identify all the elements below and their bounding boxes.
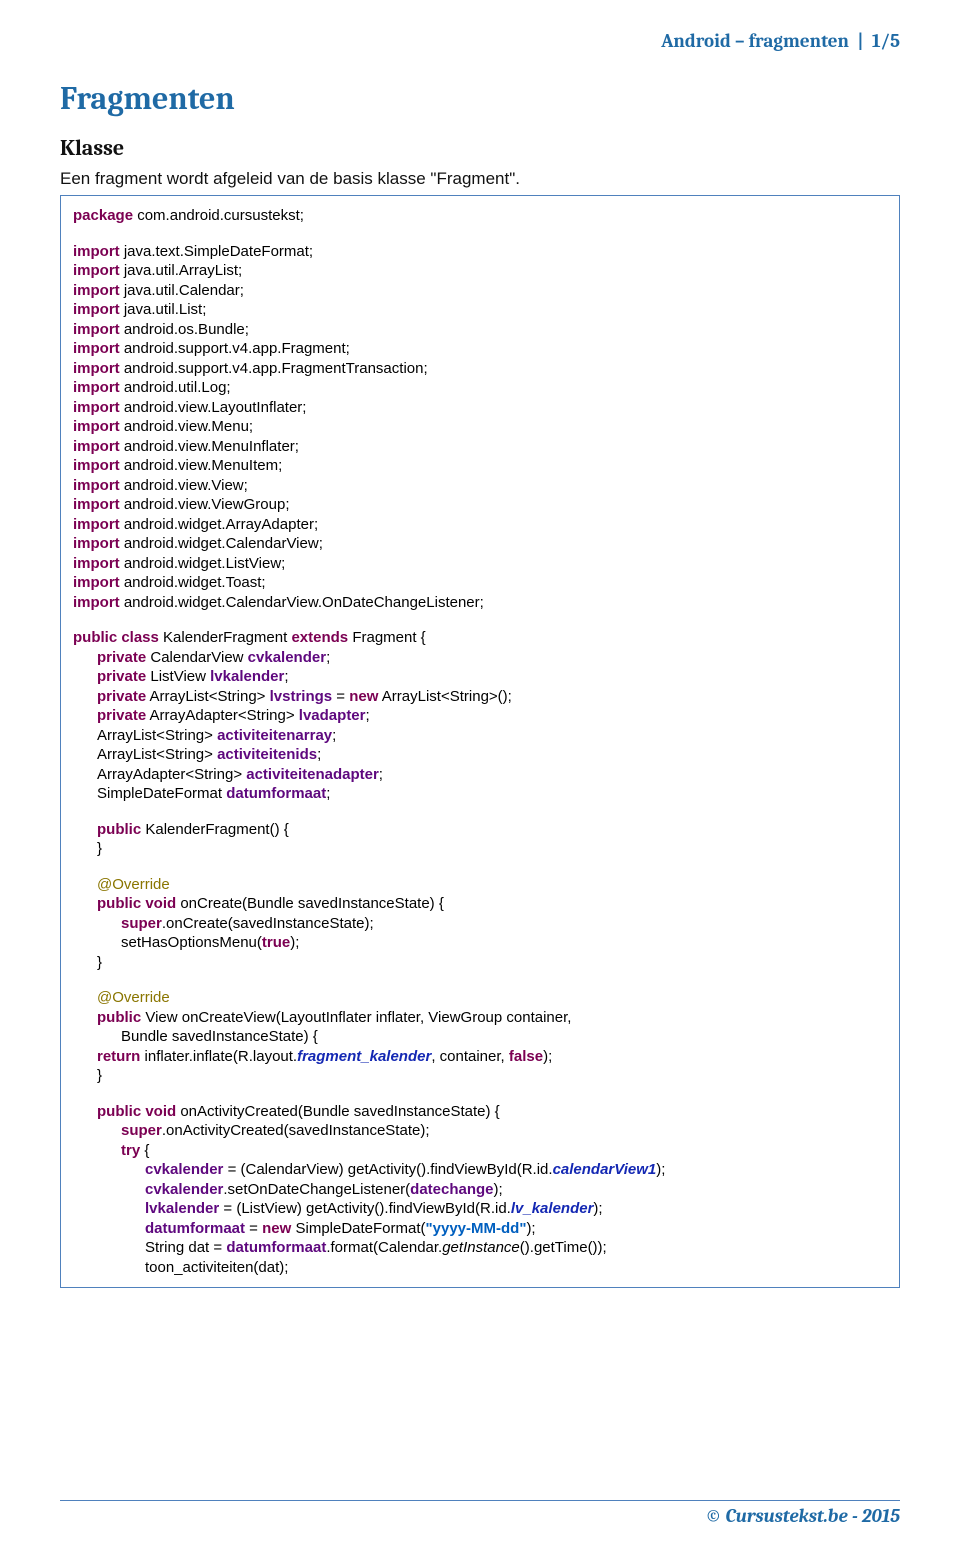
- intro-text: Een fragment wordt afgeleid van de basis…: [60, 169, 900, 189]
- code-text: @Override: [97, 989, 170, 1006]
- code-text: ().getTime());: [520, 1239, 607, 1256]
- page-container: Android – fragmenten | 1/5 Fragmenten Kl…: [0, 0, 960, 1551]
- code-text: activiteitenadapter: [246, 766, 379, 783]
- page-header: Android – fragmenten | 1/5: [60, 30, 900, 52]
- code-text: java.util.ArrayList;: [124, 262, 242, 279]
- code-text: View onCreateView(LayoutInflater inflate…: [145, 1009, 571, 1026]
- code-text: fragment_kalender: [297, 1048, 431, 1065]
- code-block: package com.android.cursustekst; import …: [60, 195, 900, 1288]
- code-text: @Override: [97, 876, 170, 893]
- code-text: ArrayAdapter<String>: [97, 766, 242, 783]
- code-text: android.widget.CalendarView;: [124, 535, 323, 552]
- code-text: ArrayList<String>();: [382, 688, 512, 705]
- header-text: Android – fragmenten: [661, 30, 849, 52]
- code-text: android.support.v4.app.FragmentTransacti…: [124, 360, 428, 377]
- code-text: android.view.ViewGroup;: [124, 496, 290, 513]
- code-text: ArrayAdapter<String>: [150, 707, 295, 724]
- code-text: inflater.inflate(R.layout.: [145, 1048, 298, 1065]
- code-text: android.support.v4.app.Fragment;: [124, 340, 350, 357]
- code-text: .format(Calendar.: [326, 1239, 442, 1256]
- code-text: .onActivityCreated(savedInstanceState);: [162, 1122, 430, 1139]
- code-text: android.view.MenuInflater;: [124, 438, 299, 455]
- code-text: setHasOptionsMenu(: [121, 934, 262, 951]
- code-text: ArrayList<String>: [97, 727, 213, 744]
- code-text: = (ListView) getActivity().findViewById(…: [223, 1200, 510, 1217]
- code-text: lvadapter: [299, 707, 366, 724]
- code-text: android.widget.ArrayAdapter;: [124, 516, 318, 533]
- code-text: .setOnDateChangeListener(: [223, 1181, 410, 1198]
- code-text: datumformaat: [145, 1220, 245, 1237]
- code-text: cvkalender: [145, 1181, 223, 1198]
- code-text: .onCreate(savedInstanceState);: [162, 915, 374, 932]
- code-text: toon_activiteiten(dat);: [145, 1259, 288, 1276]
- code-text: java.text.SimpleDateFormat;: [124, 243, 313, 260]
- section-heading: Klasse: [60, 135, 900, 161]
- code-text: ArrayList<String>: [150, 688, 266, 705]
- code-text: lvkalender: [210, 668, 284, 685]
- code-text: calendarView1: [553, 1161, 657, 1178]
- code-text: SimpleDateFormat: [97, 785, 222, 802]
- code-text: CalendarView: [150, 649, 243, 666]
- code-text: KalenderFragment() {: [145, 821, 288, 838]
- code-text: android.view.MenuItem;: [124, 457, 282, 474]
- code-text: android.view.Menu;: [124, 418, 253, 435]
- code-text: getInstance: [442, 1239, 520, 1256]
- code-text: lvstrings: [270, 688, 333, 705]
- code-text: "yyyy-MM-dd": [426, 1220, 527, 1237]
- code-text: , container,: [431, 1048, 504, 1065]
- code-text: lvkalender: [145, 1200, 219, 1217]
- code-text: onCreate(Bundle savedInstanceState) {: [180, 895, 444, 912]
- code-text: lv_kalender: [511, 1200, 594, 1217]
- page-number: 1/5: [872, 30, 900, 52]
- code-text: cvkalender: [248, 649, 326, 666]
- code-text: android.util.Log;: [124, 379, 231, 396]
- page-footer: © Cursustekst.be - 2015: [60, 1500, 900, 1527]
- code-text: datumformaat: [226, 785, 326, 802]
- code-text: KalenderFragment: [163, 629, 287, 646]
- code-text: cvkalender: [145, 1161, 223, 1178]
- code-text: com.android.cursustekst;: [137, 207, 304, 224]
- code-text: = (CalendarView) getActivity().findViewB…: [228, 1161, 553, 1178]
- page-title: Fragmenten: [60, 80, 900, 117]
- code-text: android.view.View;: [124, 477, 248, 494]
- code-text: onActivityCreated(Bundle savedInstanceSt…: [180, 1103, 499, 1120]
- code-text: Bundle savedInstanceState) {: [121, 1028, 318, 1045]
- code-text: android.widget.Toast;: [124, 574, 266, 591]
- code-text: Fragment {: [352, 629, 425, 646]
- code-text: datumformaat: [226, 1239, 326, 1256]
- code-text: SimpleDateFormat(: [295, 1220, 425, 1237]
- code-text: android.widget.ListView;: [124, 555, 285, 572]
- code-text: datechange: [410, 1181, 493, 1198]
- code-text: android.widget.CalendarView.OnDateChange…: [124, 594, 484, 611]
- code-text: java.util.List;: [124, 301, 207, 318]
- code-text: ListView: [150, 668, 206, 685]
- code-text: android.view.LayoutInflater;: [124, 399, 307, 416]
- code-text: ArrayList<String>: [97, 746, 213, 763]
- code-text: activiteitenarray: [217, 727, 332, 744]
- code-text: android.os.Bundle;: [124, 321, 249, 338]
- code-text: String dat =: [145, 1239, 222, 1256]
- code-text: activiteitenids: [217, 746, 317, 763]
- code-text: java.util.Calendar;: [124, 282, 244, 299]
